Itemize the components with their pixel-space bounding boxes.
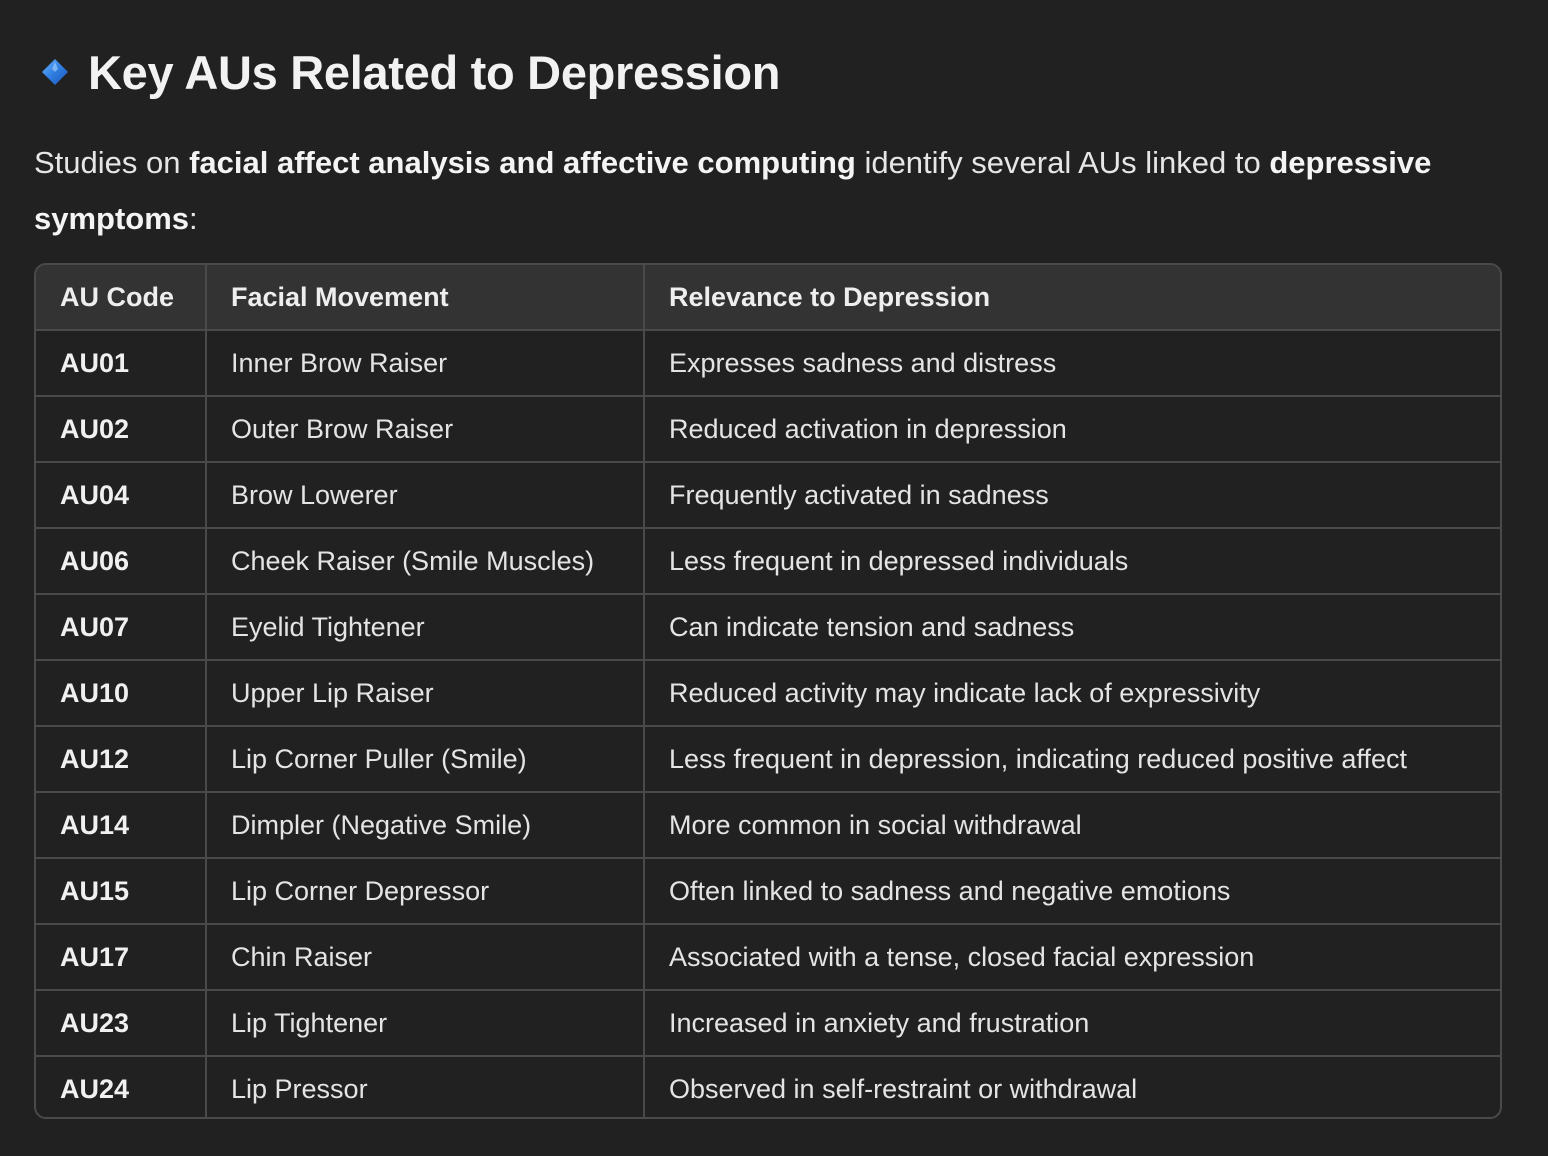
table-row: AU10 Upper Lip Raiser Reduced activity may…: [36, 660, 1500, 727]
table-row: AU14 Dimpler (Negative Smile) More common …: [36, 792, 1500, 859]
facial-movement-cell: Lip Tightener: [206, 990, 645, 1057]
au-code-cell: AU24: [36, 1056, 207, 1117]
section-heading: Key AUs Related to Depression: [36, 40, 780, 104]
table-row: AU24 Lip Pressor Observed in self-restrain…: [36, 1056, 1500, 1117]
table-row: AU04 Brow Lowerer Frequently activated in …: [36, 462, 1500, 529]
table-header-row: AU Code Facial Movement Relevance to Dep…: [36, 265, 1500, 331]
au-code-cell: AU01: [36, 330, 207, 397]
relevance-cell: Expresses sadness and distress: [644, 330, 1500, 397]
au-code-cell: AU10: [36, 660, 207, 727]
facial-movement-cell: Eyelid Tightener: [206, 594, 645, 661]
facial-movement-cell: Cheek Raiser (Smile Muscles): [206, 528, 645, 595]
relevance-cell: Often linked to sadness and negative emo…: [644, 858, 1500, 925]
header-au-code: AU Code: [36, 265, 207, 331]
blue-diamond-icon: [42, 59, 68, 85]
facial-movement-cell: Lip Pressor: [206, 1056, 645, 1117]
intro-text-3: :: [189, 201, 198, 236]
facial-movement-cell: Brow Lowerer: [206, 462, 645, 529]
table-row: AU12 Lip Corner Puller (Smile) Less freque…: [36, 726, 1500, 793]
au-table-container: AU Code Facial Movement Relevance to Dep…: [34, 263, 1502, 1119]
relevance-cell: Reduced activity may indicate lack of ex…: [644, 660, 1500, 727]
facial-movement-cell: Lip Corner Puller (Smile): [206, 726, 645, 793]
au-code-cell: AU04: [36, 462, 207, 529]
table-row: AU06 Cheek Raiser (Smile Muscles) Less fre…: [36, 528, 1500, 595]
au-code-cell: AU14: [36, 792, 207, 859]
relevance-cell: Associated with a tense, closed facial e…: [644, 924, 1500, 991]
au-code-cell: AU07: [36, 594, 207, 661]
facial-movement-cell: Outer Brow Raiser: [206, 396, 645, 463]
heading-title: Key AUs Related to Depression: [88, 45, 781, 99]
intro-paragraph: Studies on facial affect analysis and af…: [34, 135, 1514, 247]
au-code-cell: AU15: [36, 858, 207, 925]
facial-movement-cell: Lip Corner Depressor: [206, 858, 645, 925]
table-row: AU01 Inner Brow Raiser Expresses sadness a…: [36, 330, 1500, 397]
relevance-cell: Less frequent in depression, indicating …: [644, 726, 1500, 793]
table-row: AU23 Lip Tightener Increased in anxiety an…: [36, 990, 1500, 1057]
facial-movement-cell: Chin Raiser: [206, 924, 645, 991]
au-code-cell: AU12: [36, 726, 207, 793]
facial-movement-cell: Upper Lip Raiser: [206, 660, 645, 727]
facial-movement-cell: Dimpler (Negative Smile): [206, 792, 645, 859]
table-header: AU Code Facial Movement Relevance to Dep…: [36, 265, 1500, 331]
au-table: AU Code Facial Movement Relevance to Dep…: [36, 265, 1500, 1117]
table-body: AU01 Inner Brow Raiser Expresses sadness a…: [36, 330, 1500, 1117]
table-row: AU02 Outer Brow Raiser Reduced activation …: [36, 396, 1500, 463]
relevance-cell: Increased in anxiety and frustration: [644, 990, 1500, 1057]
intro-text-2: identify several AUs linked to: [855, 145, 1270, 180]
relevance-cell: Reduced activation in depression: [644, 396, 1500, 463]
au-code-cell: AU02: [36, 396, 207, 463]
page: Key AUs Related to Depression Studies on…: [0, 0, 1548, 1156]
au-code-cell: AU17: [36, 924, 207, 991]
relevance-cell: Frequently activated in sadness: [644, 462, 1500, 529]
au-code-cell: AU23: [36, 990, 207, 1057]
relevance-cell: Can indicate tension and sadness: [644, 594, 1500, 661]
intro-bold-1: facial affect analysis and affective com…: [189, 145, 856, 180]
relevance-cell: More common in social withdrawal: [644, 792, 1500, 859]
table-row: AU07 Eyelid Tightener Can indicate tension…: [36, 594, 1500, 661]
relevance-cell: Less frequent in depressed individuals: [644, 528, 1500, 595]
table-row: AU17 Chin Raiser Associated with a tense, …: [36, 924, 1500, 991]
au-code-cell: AU06: [36, 528, 207, 595]
table-row: AU15 Lip Corner Depressor Often linked to …: [36, 858, 1500, 925]
header-facial-movement: Facial Movement: [206, 265, 645, 331]
header-relevance: Relevance to Depression: [644, 265, 1500, 331]
relevance-cell: Observed in self-restraint or withdrawal: [669, 1074, 1138, 1104]
intro-text-1: Studies on: [34, 145, 190, 180]
facial-movement-cell: Inner Brow Raiser: [206, 330, 645, 397]
